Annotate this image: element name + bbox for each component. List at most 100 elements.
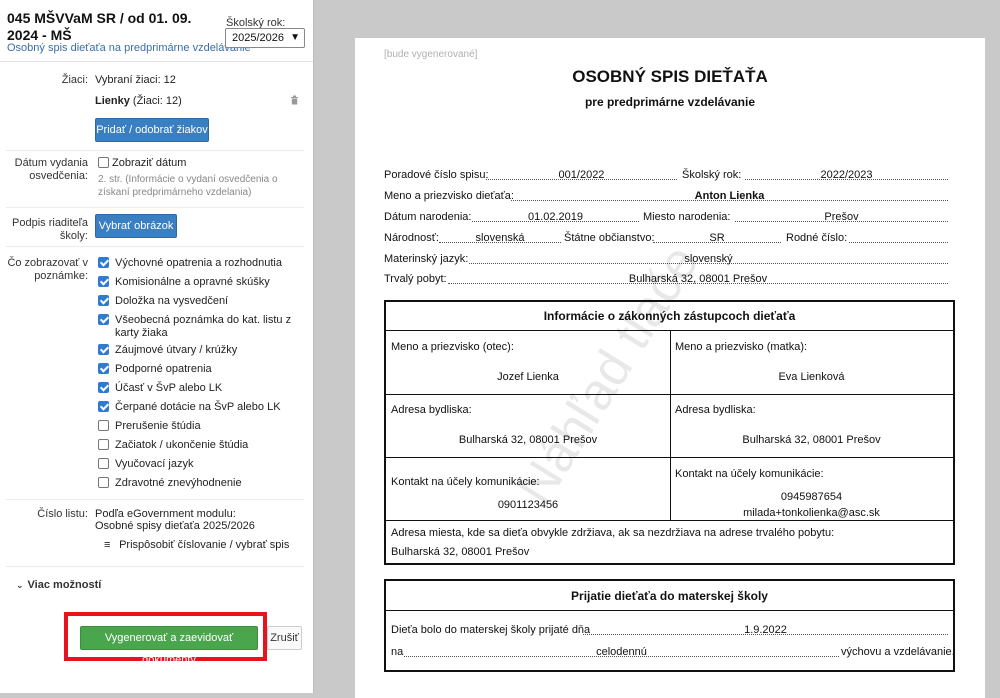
year-value: 2022/2023 <box>820 169 873 181</box>
table-line <box>386 610 953 611</box>
document-type-subtitle: Osobný spis dieťaťa na predprimárne vzde… <box>7 42 251 54</box>
note-checkbox[interactable] <box>98 276 109 287</box>
show-date-checkbox[interactable] <box>98 157 109 168</box>
address-value-mother: Bulharská 32, 08001 Prešov <box>742 434 881 446</box>
note-checkbox[interactable] <box>98 477 109 488</box>
nationality-label: Národnosť: <box>384 232 439 244</box>
file-no-value: 001/2022 <box>558 169 605 181</box>
school-year-value: 2025/2026 <box>232 32 284 44</box>
group-count: (Žiaci: 12) <box>132 95 182 107</box>
note-checkbox-label: Doložka na vysvedčení <box>115 295 229 307</box>
note-checkbox-label: Záujmové útvary / krúžky <box>115 344 238 356</box>
note-checkbox[interactable] <box>98 363 109 374</box>
choose-image-button[interactable]: Vybrať obrázok <box>95 214 177 238</box>
note-checkbox-label: Účasť v ŠvP alebo LK <box>115 382 223 394</box>
contact-email-mother: milada+tonkolienka@asc.sk <box>743 507 880 519</box>
note-checkbox[interactable] <box>98 401 109 412</box>
contact-value-father: 0901123456 <box>497 499 559 511</box>
signature-label: Podpis riaditeľa školy: <box>12 217 88 242</box>
divider <box>6 150 304 151</box>
note-checkbox[interactable] <box>98 344 109 355</box>
table-line <box>386 457 953 458</box>
more-options-toggle[interactable]: ⌄ Viac možností <box>16 579 101 591</box>
divider <box>6 246 304 247</box>
table-line <box>386 520 953 521</box>
admission-heading: Prijatie dieťaťa do materskej školy <box>571 589 768 603</box>
language-label: Materinský jazyk: <box>384 253 469 265</box>
child-name-value: Anton Lienka <box>694 190 765 202</box>
student-group: Lienky (Žiaci: 12) <box>95 95 182 108</box>
generate-documents-button[interactable]: Vygenerovať a zaevidovať dokumenty <box>80 626 258 666</box>
note-checkbox[interactable] <box>98 382 109 393</box>
child-name-label: Meno a priezvisko dieťaťa: <box>384 190 514 202</box>
nationality-value: slovenská <box>475 232 525 244</box>
chevron-down-icon: ▼ <box>290 32 300 43</box>
address-label-father: Adresa bydliska: <box>391 404 472 416</box>
dotted-line <box>849 232 948 243</box>
note-checkbox-label: Podporné opatrenia <box>115 363 212 375</box>
preview-subtitle: pre predprimárne vzdelávanie <box>584 95 756 109</box>
note-checkbox[interactable] <box>98 257 109 268</box>
admission-date-label: Dieťa bolo do materskej školy prijaté dň… <box>391 624 591 636</box>
table-line <box>386 394 953 395</box>
admission-suffix: výchovu a vzdelávanie. <box>841 646 955 658</box>
note-checkbox[interactable] <box>98 458 109 469</box>
students-selected: Vybraní žiaci: 12 <box>95 74 176 86</box>
note-checkbox-label: Prerušenie štúdia <box>115 420 201 432</box>
note-checkbox-label: Výchovné opatrenia a rozhodnutia <box>115 257 282 269</box>
admission-na-label: na <box>391 646 404 658</box>
note-checkbox[interactable] <box>98 420 109 431</box>
note-checkbox-label: Vyučovací jazyk <box>115 458 194 470</box>
trash-icon[interactable] <box>290 95 299 109</box>
year-label: Školský rok: <box>682 169 742 181</box>
divider <box>6 566 304 567</box>
document-type-title: 045 MŠVVaM SR / od 01. 09. 2024 - MŠ <box>7 10 192 43</box>
file-no-label: Poradové číslo spisu: <box>384 169 489 181</box>
show-date-label: Zobraziť dátum <box>112 157 187 169</box>
citizenship-label: Štátne občianstvo: <box>564 232 655 244</box>
generated-placeholder: [bude vygenerované] <box>384 49 478 60</box>
admission-date-value: 1.9.2022 <box>744 624 787 636</box>
chevron-down-icon: ⌄ <box>16 580 24 590</box>
father-label: Meno a priezvisko (otec): <box>391 341 514 353</box>
panel-header: 045 MŠVVaM SR / od 01. 09. 2024 - MŠ Oso… <box>0 0 313 62</box>
birth-number-label: Rodné číslo: <box>786 232 848 244</box>
customize-numbering-link[interactable]: ≡ Prispôsobiť číslovanie / vybrať spis <box>104 539 289 552</box>
sheet-number-line2: Osobné spisy dieťaťa 2025/2026 <box>95 520 255 532</box>
print-preview-page: [bude vygenerované] OSOBNÝ SPIS DIEŤAŤA … <box>355 38 985 698</box>
guardians-table: Informácie o zákonných zástupcoch dieťať… <box>384 300 955 565</box>
pob-label: Miesto narodenia: <box>643 211 731 223</box>
note-checkbox-label: Čerpané dotácie na ŠvP alebo LK <box>115 401 281 413</box>
note-checkbox-label: Začiatok / ukončenie štúdia <box>115 439 249 451</box>
address-label-mother: Adresa bydliska: <box>675 404 756 416</box>
note-checkbox[interactable] <box>98 439 109 450</box>
note-checkbox-label: Všeobecná poznámka do kat. listu z karty… <box>115 314 292 339</box>
cancel-button[interactable]: Zrušiť <box>267 626 302 650</box>
school-year-select[interactable]: 2025/2026 ▼ <box>225 28 305 48</box>
students-label: Žiaci: <box>61 74 88 86</box>
pob-value: Prešov <box>824 211 859 223</box>
divider <box>6 499 304 500</box>
add-remove-students-button[interactable]: Pridať / odobrať žiakov <box>95 118 209 142</box>
note-checkbox[interactable] <box>98 314 109 325</box>
preview-title: OSOBNÝ SPIS DIEŤAŤA <box>572 67 768 86</box>
mother-value: Eva Lienková <box>778 371 845 383</box>
customize-numbering-label: Prispôsobiť číslovanie / vybrať spis <box>119 539 290 551</box>
residence-label: Adresa miesta, kde sa dieťa obvykle zdrž… <box>391 527 835 539</box>
note-checkbox[interactable] <box>98 295 109 306</box>
address-label: Trvalý pobyt: <box>384 273 447 285</box>
issue-date-label: Dátum vydania osvedčenia: <box>14 157 88 182</box>
sliders-icon: ≡ <box>104 539 111 551</box>
mother-label: Meno a priezvisko (matka): <box>675 341 808 353</box>
more-options-label: Viac možností <box>27 579 102 591</box>
contact-label-mother: Kontakt na účely komunikácie: <box>675 468 824 480</box>
issue-date-note: 2. str. (Informácie o vydaní osvedčenia … <box>98 174 278 198</box>
residence-value: Bulharská 32, 08001 Prešov <box>391 546 530 558</box>
group-name: Lienky <box>95 95 130 107</box>
contact-phone-mother: 0945987654 <box>780 491 843 503</box>
sheet-number-label: Číslo listu: <box>37 508 88 520</box>
note-checkbox-label: Komisionálne a opravné skúšky <box>115 276 270 288</box>
admission-table: Prijatie dieťaťa do materskej školy Dieť… <box>384 579 955 672</box>
settings-panel: 045 MŠVVaM SR / od 01. 09. 2024 - MŠ Oso… <box>0 0 314 693</box>
note-checkbox-label: Zdravotné znevýhodnenie <box>115 477 242 489</box>
